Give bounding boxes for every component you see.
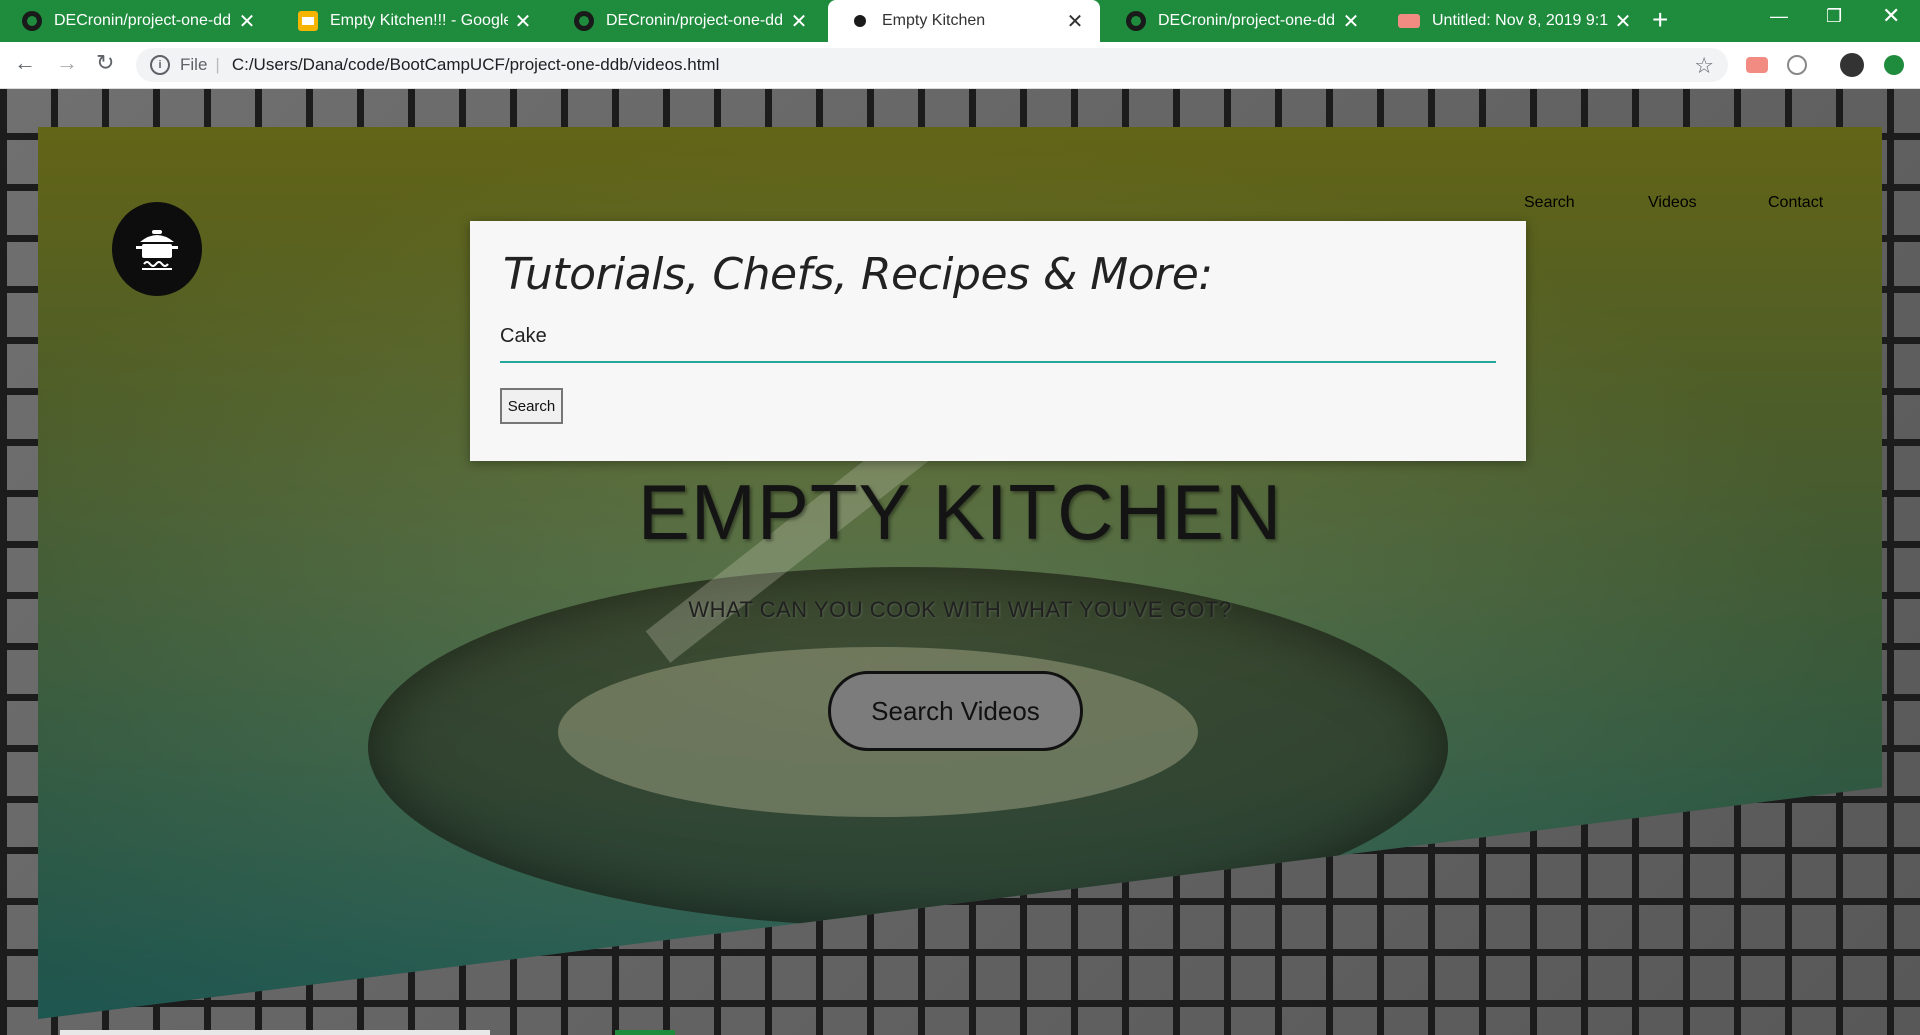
- close-tab-icon[interactable]: ✕: [232, 9, 262, 34]
- tab-title: DECronin/project-one-ddb: [1158, 12, 1336, 29]
- minimize-icon[interactable]: —: [1770, 6, 1788, 27]
- browser-tab[interactable]: DECronin/project-one-ddb ✕: [552, 0, 824, 42]
- browser-toolbar: ← → ↻ i File | C:/Users/Dana/code/BootCa…: [0, 42, 1920, 89]
- search-videos-button[interactable]: Search Videos: [828, 671, 1083, 751]
- page-viewport: Search Videos Contact Tutorials, Chefs, …: [0, 89, 1920, 1035]
- search-card-heading: Tutorials, Chefs, Recipes & More:: [503, 249, 1213, 300]
- bottom-edge-strip: [615, 1030, 675, 1035]
- browser-tab[interactable]: DECronin/project-one-ddb ✕: [1104, 0, 1376, 42]
- hero-title: EMPTY KITCHEN: [637, 468, 1283, 556]
- bottom-edge-strip: [60, 1030, 490, 1035]
- close-tab-icon[interactable]: ✕: [1336, 9, 1366, 34]
- site-logo[interactable]: [112, 202, 202, 296]
- forward-icon[interactable]: →: [56, 50, 78, 76]
- nav-videos-link[interactable]: Videos: [1648, 194, 1697, 212]
- close-window-icon[interactable]: ✕: [1882, 3, 1900, 29]
- tab-title: DECronin/project-one-ddb: [606, 12, 784, 29]
- reload-icon[interactable]: ↻: [96, 50, 114, 76]
- search-input[interactable]: [500, 321, 1496, 363]
- nav-search-link[interactable]: Search: [1524, 194, 1575, 212]
- address-bar[interactable]: i File | C:/Users/Dana/code/BootCampUCF/…: [136, 48, 1728, 82]
- back-icon[interactable]: ←: [14, 50, 36, 76]
- close-tab-icon[interactable]: ✕: [508, 9, 538, 34]
- search-card: Tutorials, Chefs, Recipes & More: Search: [470, 221, 1526, 461]
- browser-tab[interactable]: DECronin/project-one-ddb ✕: [0, 0, 272, 42]
- screen-recorder-icon: [1398, 14, 1420, 28]
- url-separator: |: [215, 55, 220, 74]
- nav-contact-link[interactable]: Contact: [1768, 194, 1823, 212]
- browser-tab-active[interactable]: Empty Kitchen ✕: [828, 0, 1100, 42]
- tab-title: DECronin/project-one-ddb: [54, 12, 232, 29]
- profile-avatar[interactable]: [1840, 53, 1864, 77]
- browser-tab[interactable]: Untitled: Nov 8, 2019 9:11 PM ✕: [1376, 0, 1648, 42]
- pot-icon: [854, 15, 866, 27]
- hero-subtitle: WHAT CAN YOU COOK WITH WHAT YOU'VE GOT?: [688, 597, 1232, 622]
- close-tab-icon[interactable]: ✕: [1060, 9, 1090, 34]
- screen-recorder-extension-icon[interactable]: [1746, 57, 1768, 73]
- browser-tab[interactable]: Empty Kitchen!!! - Google Sli ✕: [276, 0, 548, 42]
- tab-title: Empty Kitchen!!! - Google Sli: [330, 12, 508, 29]
- close-tab-icon[interactable]: ✕: [784, 9, 814, 34]
- site-info-icon[interactable]: i: [150, 55, 170, 75]
- tab-title: Empty Kitchen: [882, 12, 986, 29]
- google-slides-icon: [298, 11, 318, 31]
- github-icon: [22, 11, 42, 31]
- browser-tab-strip: DECronin/project-one-ddb ✕ Empty Kitchen…: [0, 0, 1920, 42]
- extension-icon[interactable]: [1787, 55, 1807, 75]
- url-scheme: File: [180, 55, 208, 74]
- restore-icon[interactable]: ❐: [1826, 6, 1842, 27]
- tab-title: Untitled: Nov 8, 2019 9:11 PM: [1432, 12, 1608, 29]
- new-tab-icon[interactable]: +: [1652, 4, 1668, 36]
- bookmark-star-icon[interactable]: ☆: [1694, 53, 1714, 79]
- search-button[interactable]: Search: [500, 388, 563, 424]
- github-icon: [1126, 11, 1146, 31]
- close-tab-icon[interactable]: ✕: [1608, 9, 1638, 34]
- hero-section: Search Videos Contact Tutorials, Chefs, …: [38, 127, 1882, 1019]
- url-text[interactable]: C:/Users/Dana/code/BootCampUCF/project-o…: [232, 55, 720, 75]
- github-icon: [574, 11, 594, 31]
- cooking-pot-icon: [136, 230, 178, 270]
- update-available-icon[interactable]: [1884, 55, 1904, 75]
